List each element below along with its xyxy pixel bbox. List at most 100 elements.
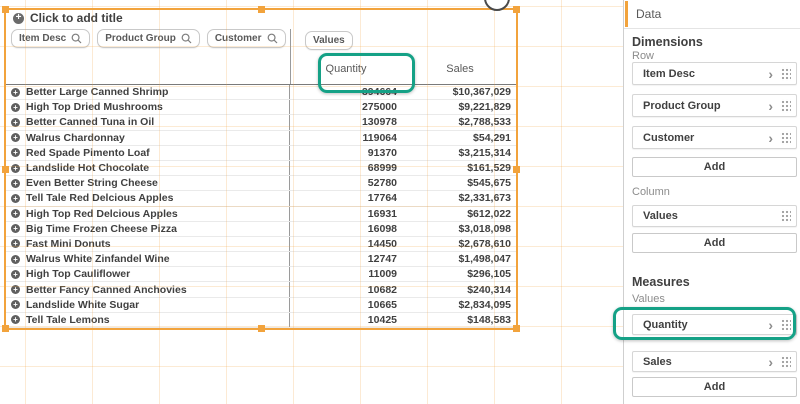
drag-handle-icon[interactable] (780, 67, 791, 81)
resize-handle-middle-left[interactable] (2, 166, 9, 173)
row-label-cell[interactable]: Red Spade Pimento Loaf (4, 146, 290, 160)
chevron-right-icon[interactable] (768, 355, 773, 369)
column-dimensions-list: Values (632, 205, 797, 227)
measure-item[interactable]: Quantity (632, 314, 797, 335)
row-label-cell[interactable]: Walrus Chardonnay (4, 131, 290, 145)
sales-cell: $2,331,673 (402, 192, 518, 204)
measures-list: Quantity Sales (632, 314, 797, 372)
row-label-cell[interactable]: Big Time Frozen Cheese Pizza (4, 222, 290, 236)
quantity-cell: 275000 (290, 101, 402, 113)
row-label-cell[interactable]: Fast Mini Donuts (4, 237, 290, 251)
expand-row-icon[interactable] (11, 88, 20, 97)
add-measure-button[interactable]: Add (632, 377, 797, 397)
row-label: High Top Cauliflower (26, 268, 130, 280)
chevron-right-icon[interactable] (768, 67, 773, 81)
tab-data[interactable]: Data (624, 0, 800, 29)
pivot-table-object[interactable]: Click to add title Item Desc (4, 8, 518, 330)
row-label: High Top Dried Mushrooms (26, 101, 163, 113)
row-label-cell[interactable]: High Top Dried Mushrooms (4, 100, 290, 114)
drag-handle-icon[interactable] (780, 99, 791, 113)
measure-item[interactable]: Sales (632, 351, 797, 372)
resize-handle-top-middle[interactable] (258, 6, 265, 13)
expand-row-icon[interactable] (11, 118, 20, 127)
chevron-right-icon[interactable] (768, 99, 773, 113)
search-icon[interactable] (267, 33, 278, 44)
quantity-cell: 52780 (290, 177, 402, 189)
row-label-cell[interactable]: Better Canned Tuna in Oil (4, 115, 290, 129)
expand-row-icon[interactable] (11, 209, 20, 218)
add-row-dimension-button[interactable]: Add (632, 157, 797, 177)
expand-row-icon[interactable] (11, 255, 20, 264)
expand-row-icon[interactable] (11, 148, 20, 157)
resize-handle-top-right[interactable] (513, 6, 520, 13)
pivot-divider (290, 29, 291, 84)
expand-row-icon[interactable] (11, 315, 20, 324)
column-header-quantity[interactable]: Quantity (290, 63, 402, 75)
drag-handle-icon[interactable] (780, 355, 791, 369)
drag-handle-icon[interactable] (780, 209, 791, 223)
expand-row-icon[interactable] (11, 179, 20, 188)
row-label-cell[interactable]: Tell Tale Red Delcious Apples (4, 191, 290, 205)
table-row: Fast Mini Donuts 14450 $2,678,610 (4, 237, 518, 252)
add-column-dimension-button[interactable]: Add (632, 233, 797, 253)
search-icon[interactable] (71, 33, 82, 44)
row-label: Landslide Hot Chocolate (26, 162, 149, 174)
row-dimensions-list: Item Desc Product Group Customer (632, 62, 797, 149)
resize-handle-bottom-middle[interactable] (258, 325, 265, 332)
row-label-cell[interactable]: Better Large Canned Shrimp (4, 85, 290, 99)
table-row: Better Canned Tuna in Oil 130978 $2,788,… (4, 115, 518, 130)
table-row: Red Spade Pimento Loaf 91370 $3,215,314 (4, 146, 518, 161)
expand-row-icon[interactable] (11, 239, 20, 248)
row-label-cell[interactable]: Better Fancy Canned Anchovies (4, 282, 290, 296)
table-row: High Top Dried Mushrooms 275000 $9,221,8… (4, 100, 518, 115)
drag-handle-icon[interactable] (780, 131, 791, 145)
column-header-sales[interactable]: Sales (402, 63, 518, 75)
column-item-label: Values (643, 210, 780, 222)
expand-row-icon[interactable] (11, 300, 20, 309)
table-row: Landslide White Sugar 10665 $2,834,095 (4, 298, 518, 313)
drag-handle-icon[interactable] (780, 318, 791, 332)
expand-row-icon[interactable] (11, 103, 20, 112)
row-label-cell[interactable]: High Top Cauliflower (4, 267, 290, 281)
measure-item-label: Sales (643, 356, 768, 368)
sales-cell: $148,583 (402, 314, 518, 326)
expand-row-icon[interactable] (11, 133, 20, 142)
dimension-filter-chip[interactable]: Item Desc (11, 29, 90, 48)
dimension-filter-chip[interactable]: Product Group (97, 29, 200, 48)
sales-cell: $54,291 (402, 132, 518, 144)
add-title-icon (13, 13, 24, 24)
chip-label: Item Desc (19, 33, 66, 44)
quantity-cell: 16931 (290, 208, 402, 220)
column-item-values[interactable]: Values (632, 205, 797, 227)
resize-handle-bottom-left[interactable] (2, 325, 9, 332)
search-icon[interactable] (181, 33, 192, 44)
row-label-cell[interactable]: Landslide Hot Chocolate (4, 161, 290, 175)
dimension-item-label: Customer (643, 132, 768, 144)
resize-handle-middle-right[interactable] (513, 166, 520, 173)
expand-row-icon[interactable] (11, 164, 20, 173)
row-label-cell[interactable]: High Top Red Delcious Apples (4, 207, 290, 221)
row-label: Better Fancy Canned Anchovies (26, 284, 187, 296)
chart-title-placeholder[interactable]: Click to add title (13, 11, 123, 25)
chevron-right-icon[interactable] (768, 318, 773, 332)
expand-row-icon[interactable] (11, 194, 20, 203)
quantity-cell: 10665 (290, 299, 402, 311)
resize-handle-bottom-right[interactable] (513, 325, 520, 332)
dimension-item[interactable]: Customer (632, 126, 797, 149)
row-label-cell[interactable]: Walrus White Zinfandel Wine (4, 252, 290, 266)
column-chip-values[interactable]: Values (305, 31, 353, 50)
edit-canvas: Click to add title Item Desc (0, 0, 623, 404)
expand-row-icon[interactable] (11, 270, 20, 279)
resize-handle-top-left[interactable] (2, 6, 9, 13)
dimension-filter-chip[interactable]: Customer (207, 29, 286, 48)
dimension-item[interactable]: Item Desc (632, 62, 797, 85)
chevron-right-icon[interactable] (768, 131, 773, 145)
row-label-cell[interactable]: Landslide White Sugar (4, 298, 290, 312)
table-row: Walrus Chardonnay 119064 $54,291 (4, 131, 518, 146)
row-label-cell[interactable]: Even Better String Cheese (4, 176, 290, 190)
row-label-cell[interactable]: Tell Tale Lemons (4, 313, 290, 327)
expand-row-icon[interactable] (11, 224, 20, 233)
row-dimension-chips: Item Desc Product Group (11, 29, 286, 48)
expand-row-icon[interactable] (11, 285, 20, 294)
dimension-item[interactable]: Product Group (632, 94, 797, 117)
